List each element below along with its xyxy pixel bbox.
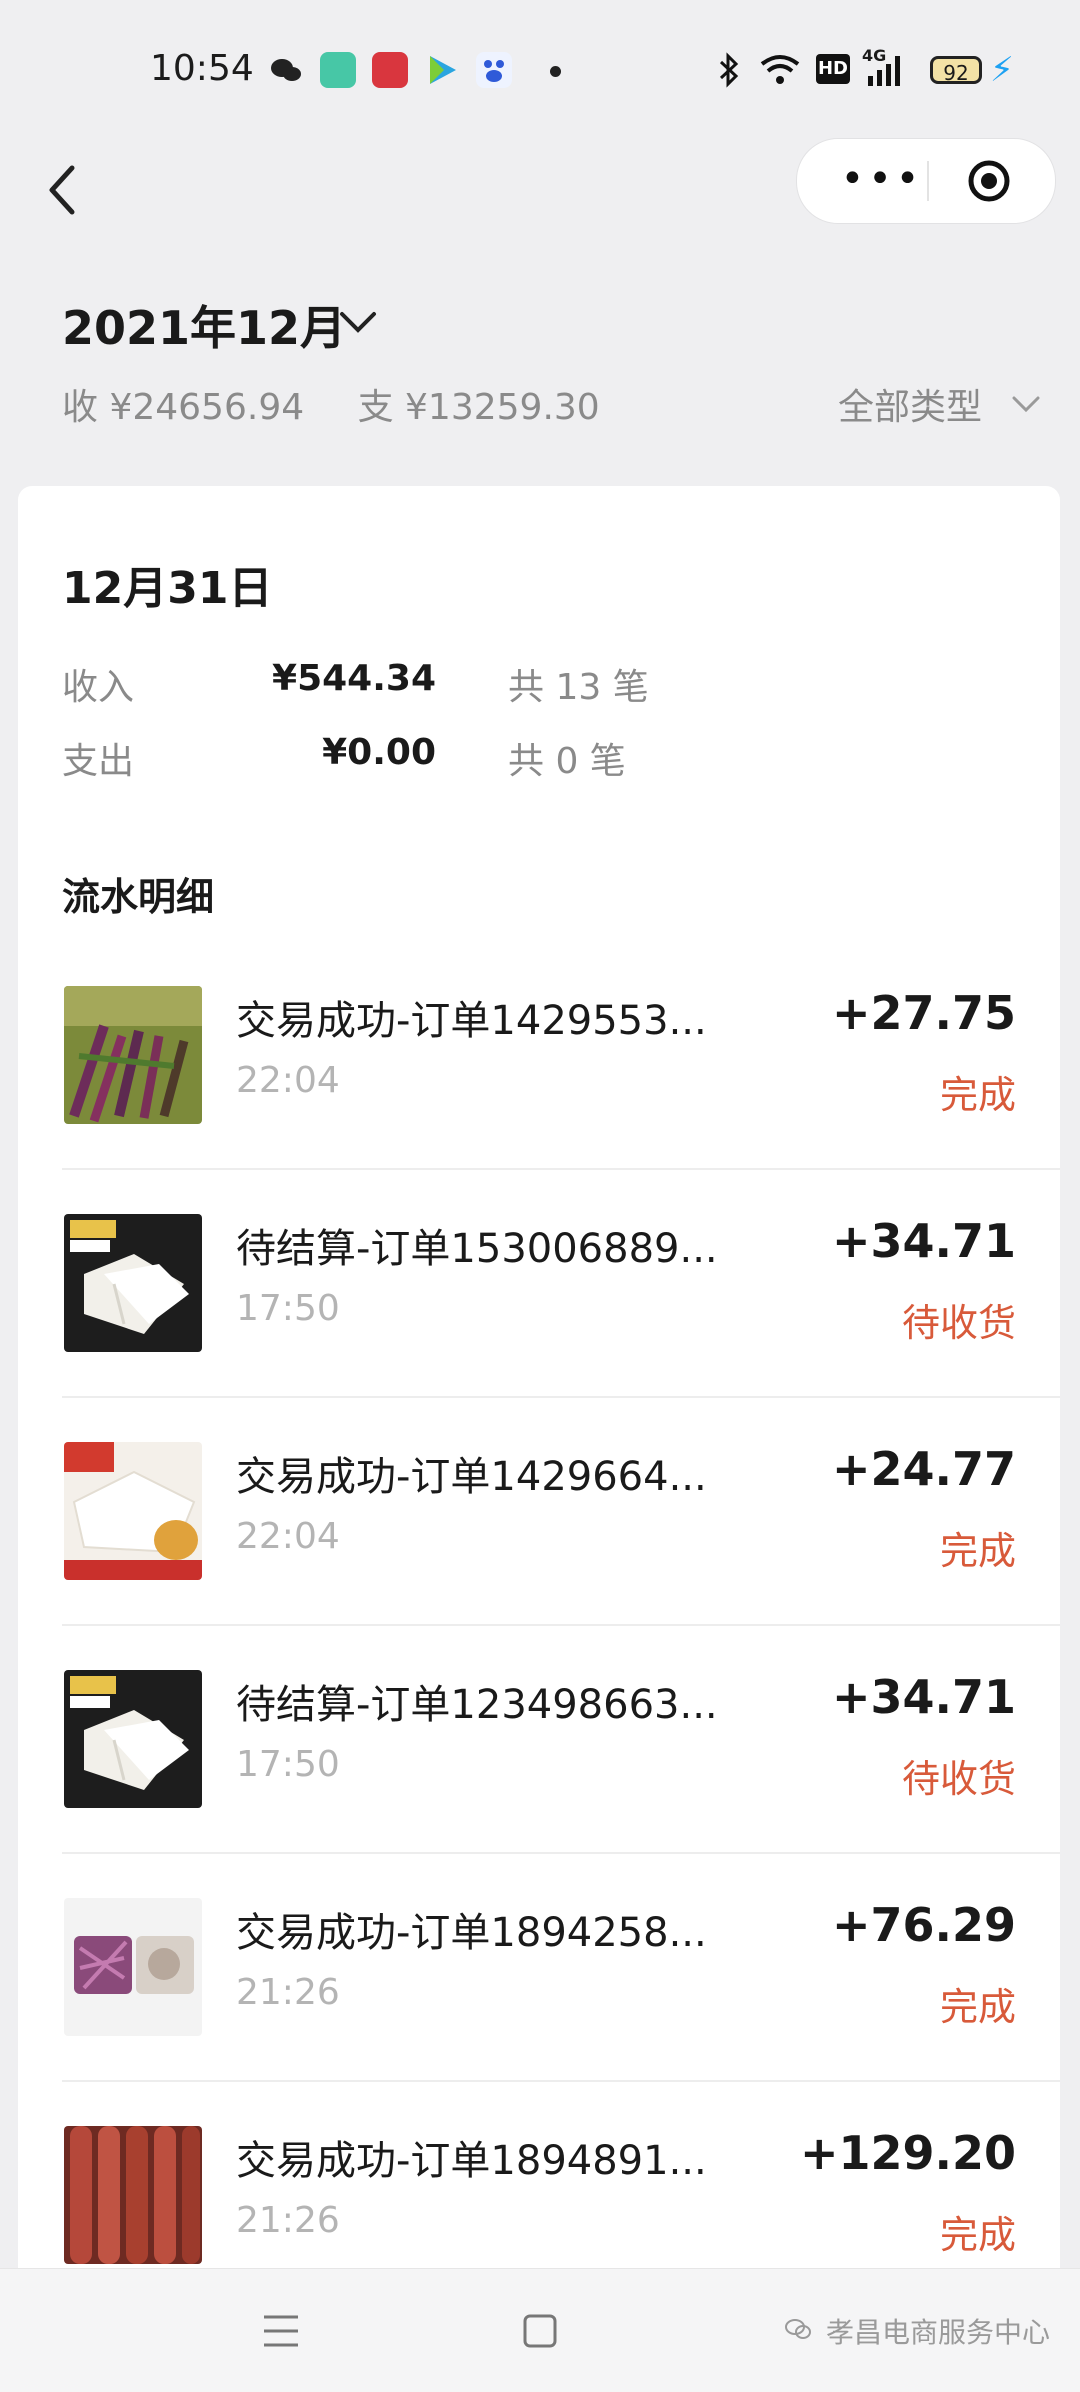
transaction-status: 完成 — [939, 1529, 1016, 1573]
month-selector[interactable]: 2021年12月 — [62, 292, 346, 358]
expense-value: ¥0.00 — [322, 732, 436, 773]
month-expense: 支 ¥13259.30 — [357, 387, 600, 428]
menu-icon[interactable] — [262, 2313, 300, 2349]
product-thumbnail — [64, 1442, 202, 1580]
app-icon-green — [320, 52, 356, 88]
app-icon-red — [372, 52, 408, 88]
type-filter-chevron-icon[interactable] — [1010, 392, 1042, 416]
transaction-list: 交易成功-订单1429553... 22:04 +27.75 完成 待结算-订单… — [18, 942, 1060, 2310]
income-value: ¥544.34 — [272, 658, 436, 699]
transaction-amount: +129.20 — [799, 2126, 1016, 2180]
transaction-row[interactable]: 交易成功-订单1429664... 22:04 +24.77 完成 — [18, 1398, 1060, 1626]
transaction-title: 交易成功-订单1894258... — [236, 1910, 707, 1956]
bluetooth-icon — [716, 52, 742, 92]
day-title: 12月31日 — [62, 563, 273, 614]
chevron-down-icon[interactable] — [338, 306, 378, 336]
capsule-divider — [927, 161, 929, 201]
transaction-time: 22:04 — [236, 1060, 340, 1101]
transaction-amount: +34.71 — [831, 1214, 1016, 1268]
month-summary: 收 ¥24656.94 支 ¥13259.30 — [62, 378, 642, 430]
transaction-row[interactable]: 交易成功-订单1894258... 21:26 +76.29 完成 — [18, 1854, 1060, 2082]
product-thumbnail — [64, 1670, 202, 1808]
back-button[interactable] — [40, 160, 90, 220]
watermark-text: 孝昌电商服务中心 — [826, 2316, 1051, 2349]
charging-icon: ⚡ — [990, 50, 1014, 90]
transaction-row[interactable]: 交易成功-订单1429553... 22:04 +27.75 完成 — [18, 942, 1060, 1170]
mini-program-capsule: ••• — [796, 138, 1056, 224]
wechat-watermark-icon — [784, 2317, 812, 2341]
transaction-amount: +76.29 — [831, 1898, 1016, 1952]
transaction-status: 完成 — [939, 1073, 1016, 1117]
transaction-time: 21:26 — [236, 1972, 340, 2013]
transaction-status: 完成 — [939, 2213, 1016, 2257]
transaction-time: 21:26 — [236, 2200, 340, 2241]
notification-dot — [550, 66, 561, 77]
battery-icon: 92 — [930, 56, 982, 85]
transaction-title: 交易成功-订单1429664... — [236, 1454, 707, 1500]
transaction-title: 交易成功-订单1894891... — [236, 2138, 707, 2184]
transaction-amount: +34.71 — [831, 1670, 1016, 1724]
close-mini-program-button[interactable] — [967, 159, 1011, 203]
wechat-icon — [268, 52, 304, 88]
transaction-title: 待结算-订单123498663... — [236, 1682, 718, 1728]
home-square-icon[interactable] — [522, 2313, 558, 2349]
transaction-title: 交易成功-订单1429553... — [236, 998, 707, 1044]
system-navigation-bar: 孝昌电商服务中心 — [0, 2268, 1080, 2392]
network-label: 4G — [862, 46, 887, 65]
clock: 10:54 — [150, 48, 254, 89]
transaction-status: 待收货 — [901, 1301, 1016, 1345]
flow-section-title: 流水明细 — [62, 875, 215, 919]
month-income: 收 ¥24656.94 — [62, 387, 305, 428]
transaction-time: 17:50 — [236, 1744, 340, 1785]
income-label: 收入 — [62, 667, 135, 708]
day-card: 12月31日 收入 ¥544.34 共 13 笔 支出 ¥0.00 共 0 笔 … — [18, 486, 1060, 2391]
product-thumbnail — [64, 986, 202, 1124]
signal-icon: 4G — [862, 46, 912, 88]
expense-count: 共 0 笔 — [508, 741, 626, 782]
app-icon-video — [424, 52, 460, 88]
income-count: 共 13 笔 — [508, 667, 649, 708]
app-icon-baidu — [476, 52, 512, 88]
wifi-icon — [760, 54, 800, 90]
transaction-row[interactable]: 待结算-订单153006889... 17:50 +34.71 待收货 — [18, 1170, 1060, 1398]
hd-badge: HD — [816, 54, 850, 84]
more-options-button[interactable]: ••• — [827, 139, 937, 223]
transaction-row[interactable]: 待结算-订单123498663... 17:50 +34.71 待收货 — [18, 1626, 1060, 1854]
transaction-amount: +27.75 — [831, 986, 1016, 1040]
transaction-time: 17:50 — [236, 1288, 340, 1329]
transaction-time: 22:04 — [236, 1516, 340, 1557]
type-filter[interactable]: 全部类型 — [838, 378, 982, 430]
transaction-status: 完成 — [939, 1985, 1016, 2029]
product-thumbnail — [64, 1898, 202, 2036]
transaction-status: 待收货 — [901, 1757, 1016, 1801]
product-thumbnail — [64, 1214, 202, 1352]
transaction-title: 待结算-订单153006889... — [236, 1226, 718, 1272]
expense-label: 支出 — [62, 741, 135, 782]
product-thumbnail — [64, 2126, 202, 2264]
status-bar: 10:54 HD 4G 92 ⚡ — [0, 0, 1080, 140]
transaction-amount: +24.77 — [831, 1442, 1016, 1496]
